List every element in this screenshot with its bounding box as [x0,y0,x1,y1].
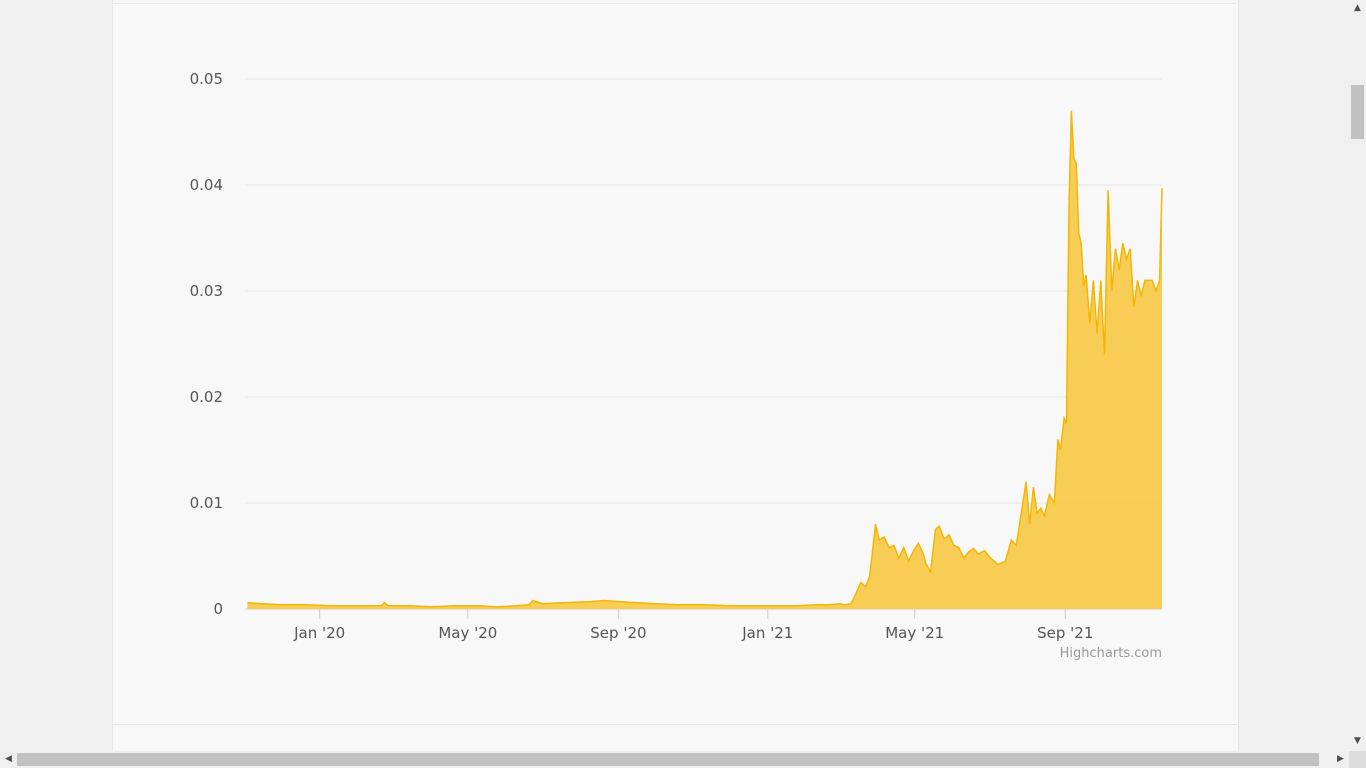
x-tick-label: May '21 [885,624,944,642]
scroll-right-arrow-icon[interactable]: ▶ [1332,751,1349,768]
scroll-up-arrow-icon[interactable]: ▲ [1349,0,1366,17]
y-tick-label: 0.03 [190,282,223,300]
highcharts-credits[interactable]: Highcharts.com [1060,646,1162,661]
horizontal-scroll-thumb[interactable] [17,753,1319,766]
y-tick-label: 0.02 [190,388,223,406]
y-tick-label: 0.04 [190,176,223,194]
vertical-scrollbar[interactable]: ▲ ▼ [1349,0,1366,750]
x-tick-label: May '20 [438,624,497,642]
area-chart: Jan '20 May '20 Sep '20 Jan '21 May '21 Sep '… [190,70,1163,661]
scroll-left-arrow-icon[interactable]: ◀ [0,751,17,768]
horizontal-scrollbar[interactable]: ◀ ▶ [0,751,1349,768]
y-tick-label: 0 [213,600,223,618]
x-tick-label: Sep '20 [590,624,646,642]
y-tick-label: 0.05 [190,70,223,88]
x-tick-label: Sep '21 [1037,624,1093,642]
x-tick-label: Jan '21 [741,624,793,642]
series-area-fill[interactable] [247,110,1162,610]
x-axis: Jan '20 May '20 Sep '20 Jan '21 May '21 Sep '… [293,609,1093,642]
y-tick-label: 0.01 [190,494,223,512]
x-tick-label: Jan '20 [293,624,345,642]
chart-series[interactable] [247,110,1163,610]
vertical-scroll-thumb[interactable] [1351,85,1364,139]
scroll-down-arrow-icon[interactable]: ▼ [1349,733,1366,750]
y-axis: 0 0.01 0.02 0.03 0.04 0.05 [190,70,223,618]
scrollbar-corner [1349,751,1366,768]
